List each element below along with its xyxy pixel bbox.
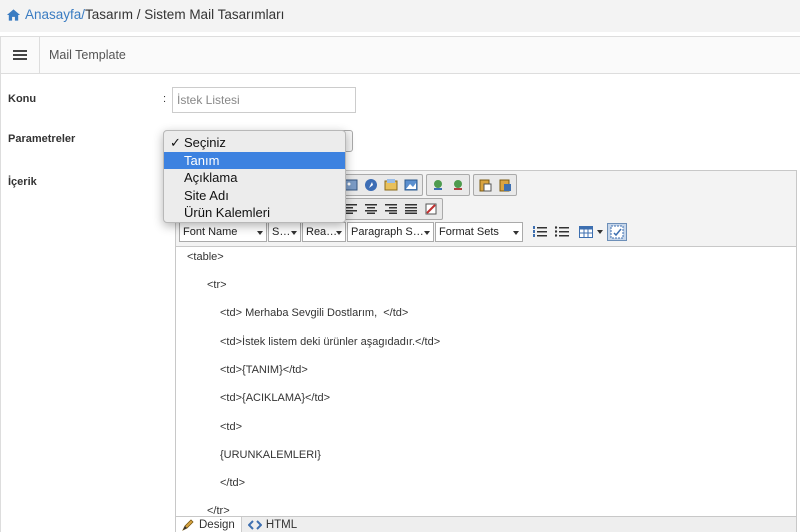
unlink-icon[interactable]: [448, 176, 468, 194]
chevron-down-icon: [336, 231, 342, 235]
konu-label: Konu: [8, 93, 37, 105]
ordered-list-icon[interactable]: [530, 223, 550, 241]
code-line: <table>: [187, 251, 224, 263]
paragraph-style-label: Paragraph S…: [351, 226, 424, 238]
paragraph-style-combo[interactable]: Paragraph S…: [347, 222, 434, 242]
dropdown-option-site-adi[interactable]: Site Adı: [164, 187, 345, 205]
insert-image-icon[interactable]: [401, 176, 421, 194]
readability-combo[interactable]: Rea…: [302, 222, 346, 242]
code-line: <td>{ACIKLAMA}</td>: [220, 392, 331, 404]
code-icon: [247, 520, 262, 530]
media-icon[interactable]: [381, 176, 401, 194]
code-line: </td>: [220, 477, 246, 489]
option-label: Tanım: [184, 152, 220, 168]
toolbar-group-media: [339, 174, 423, 196]
chevron-down-icon: [513, 231, 519, 235]
option-label: Site Adı: [184, 187, 229, 203]
code-line: <td>İstek listem deki ürünler aşagıdadır…: [220, 336, 441, 348]
menu-toggle-button[interactable]: [1, 37, 40, 73]
editor-mode-tabs: Design HTML: [176, 516, 796, 532]
code-line: <td>: [220, 421, 243, 433]
dropdown-option-seciniz[interactable]: ✓ Seçiniz: [164, 134, 345, 152]
chevron-down-icon: [257, 231, 263, 235]
chevron-down-icon: [424, 231, 430, 235]
code-line: <td>{TANIM}</td>: [220, 364, 308, 376]
align-justify-icon[interactable]: [401, 200, 421, 218]
toolbar-group-align: [339, 198, 443, 220]
toggle-borders-icon[interactable]: [607, 223, 627, 241]
dropdown-option-aciklama[interactable]: Açıklama: [164, 169, 345, 187]
checkmark-icon: ✓: [170, 134, 181, 150]
konu-colon: :: [163, 93, 167, 105]
code-line: {URUNKALEMLERI}: [220, 449, 321, 461]
panel-header: Mail Template: [1, 37, 800, 74]
font-name-label: Font Name: [183, 226, 238, 238]
editor-content[interactable]: <table> <tr> <td> Merhaba Sevgili Dostla…: [176, 246, 796, 516]
chevron-down-icon: [291, 231, 297, 235]
breadcrumb-home-link[interactable]: Anasayfa/: [25, 7, 85, 22]
readability-label: Rea…: [306, 226, 338, 238]
format-sets-label: Format Sets: [439, 226, 499, 238]
parametreler-label: Parametreler: [8, 133, 76, 145]
toolbar-row-1: [339, 174, 517, 196]
font-size-label: S…: [272, 226, 291, 238]
style-icon[interactable]: [421, 200, 441, 218]
konu-input[interactable]: [172, 87, 356, 113]
toolbar-row-3: Font Name S… Rea… Paragraph S… Format Se…: [179, 222, 627, 242]
tab-design-label: Design: [199, 519, 235, 531]
font-name-combo[interactable]: Font Name: [179, 222, 267, 242]
align-right-icon[interactable]: [381, 200, 401, 218]
table-dropdown-icon[interactable]: [597, 230, 603, 234]
flash-icon[interactable]: [361, 176, 381, 194]
tab-html-label: HTML: [265, 519, 298, 531]
icerik-label: İçerik: [8, 176, 37, 188]
dropdown-option-urun-kalemleri[interactable]: Ürün Kalemleri: [164, 204, 345, 222]
paste-text-icon[interactable]: [475, 176, 495, 194]
tab-html[interactable]: HTML: [242, 517, 303, 532]
format-sets-combo[interactable]: Format Sets: [435, 222, 523, 242]
home-icon[interactable]: [6, 8, 21, 22]
tab-design[interactable]: Design: [176, 517, 242, 532]
parametreler-dropdown-menu: ✓ Seçiniz Tanım Açıklama Site Adı Ürün K…: [163, 130, 346, 223]
unordered-list-icon[interactable]: [552, 223, 572, 241]
panel-title: Mail Template: [49, 48, 126, 62]
option-label: Ürün Kalemleri: [184, 205, 270, 221]
hamburger-icon: [13, 48, 27, 62]
paste-word-icon[interactable]: [495, 176, 515, 194]
toolbar-row-2: [339, 198, 443, 220]
option-label: Açıklama: [184, 170, 238, 186]
pencil-icon: [182, 519, 194, 531]
code-line: <td> Merhaba Sevgili Dostlarım, </td>: [220, 307, 409, 319]
toolbar-group-links: [426, 174, 470, 196]
breadcrumb-trail: Tasarım / Sistem Mail Tasarımları: [85, 7, 285, 22]
breadcrumb: Anasayfa/ Tasarım / Sistem Mail Tasarıml…: [6, 7, 284, 22]
align-center-icon[interactable]: [361, 200, 381, 218]
toolbar-group-paste: [473, 174, 517, 196]
code-line: </tr>: [207, 505, 230, 516]
code-line: <tr>: [207, 279, 227, 291]
link-icon[interactable]: [428, 176, 448, 194]
breadcrumb-bar: Anasayfa/ Tasarım / Sistem Mail Tasarıml…: [0, 0, 800, 32]
option-label: Seçiniz: [184, 135, 226, 151]
table-icon[interactable]: [576, 223, 596, 241]
dropdown-option-tanim[interactable]: Tanım: [164, 151, 345, 169]
font-size-combo[interactable]: S…: [268, 222, 301, 242]
